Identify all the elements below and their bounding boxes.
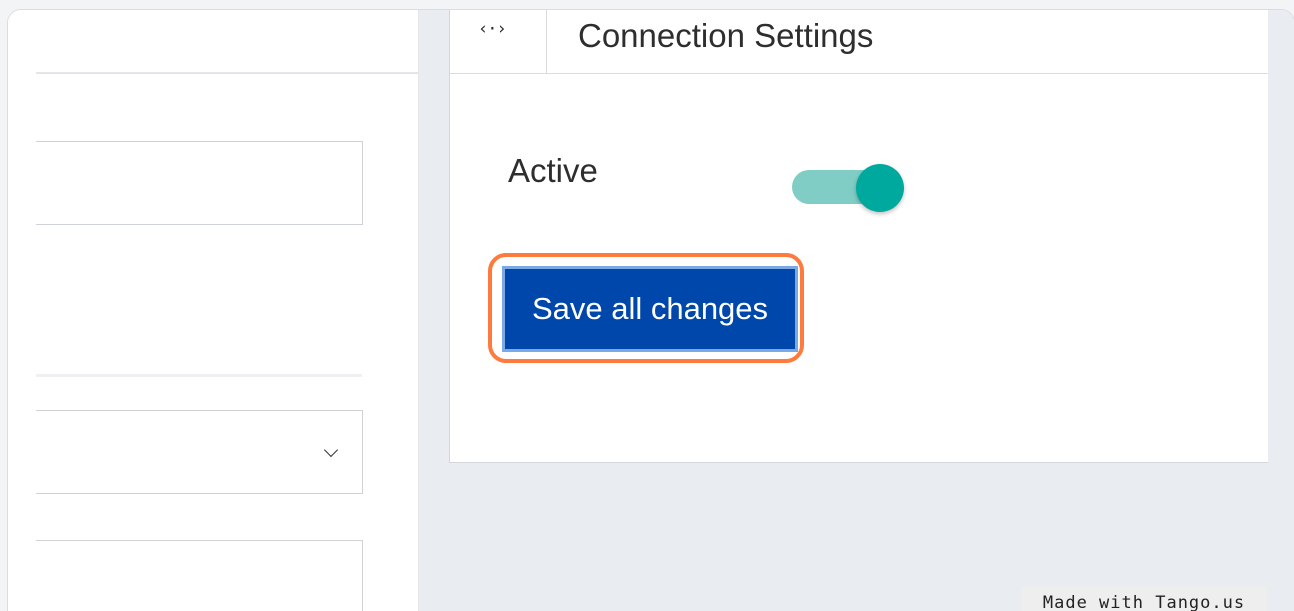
dropdown-select[interactable] (36, 410, 363, 494)
card-title: Connection Settings (578, 17, 874, 54)
left-form-pane (8, 10, 419, 611)
section-separator (36, 374, 362, 377)
code-tab[interactable]: ‹·› (450, 10, 547, 73)
card-header: ‹·› Connection Settings (450, 10, 1268, 74)
save-all-changes-button[interactable]: Save all changes (502, 266, 798, 352)
text-input-field-lower[interactable] (36, 540, 363, 611)
connection-settings-card: ‹·› Connection Settings Active Save all … (449, 10, 1268, 463)
text-input-field[interactable] (36, 141, 363, 225)
toggle-knob (856, 164, 904, 212)
screenshot-frame: ‹·› Connection Settings Active Save all … (7, 9, 1294, 611)
active-toggle[interactable] (792, 164, 904, 212)
active-label: Active (508, 152, 598, 189)
left-pane-divider (36, 72, 418, 74)
tango-watermark: Made with Tango.us (1021, 586, 1267, 611)
chevron-down-icon (323, 442, 339, 458)
code-icon: ‹·› (478, 19, 507, 39)
